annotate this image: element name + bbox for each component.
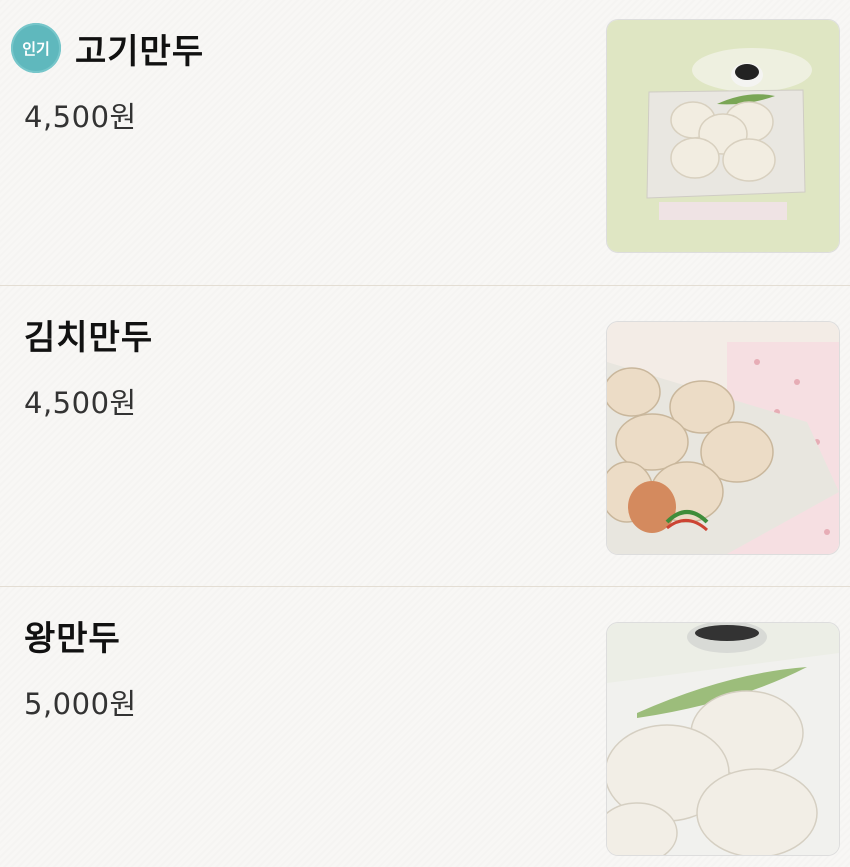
menu-item[interactable]: 인기 고기만두 4,500원 [0,0,850,286]
king-dumpling-photo[interactable] [606,622,840,856]
menu-item-info: 왕만두 5,000원 [24,607,137,723]
menu-item-price: 4,500원 [24,100,137,134]
menu-item-name: 고기만두 [75,31,205,72]
menu-item-info: 인기 고기만두 4,500원 [11,20,205,136]
menu-item-info: 김치만두 4,500원 [24,306,153,422]
popular-badge: 인기 [11,23,61,73]
menu-item[interactable]: 왕만두 5,000원 [0,587,850,867]
kimchi-dumpling-photo[interactable] [606,321,840,555]
menu-item-name: 왕만두 [24,618,121,659]
menu-item-price: 5,000원 [24,687,137,721]
menu-item-name: 김치만두 [24,317,154,358]
menu-item[interactable]: 김치만두 4,500원 [0,286,850,587]
meat-dumpling-photo[interactable] [606,19,840,253]
menu-item-price: 4,500원 [24,386,137,420]
menu-list: 인기 고기만두 4,500원 김치만두 4,500원 왕만두 5,000원 [0,0,850,867]
menu-item-title-row: 인기 고기만두 [11,20,205,76]
menu-item-title-row: 김치만두 [24,306,153,362]
menu-item-title-row: 왕만두 [24,607,137,663]
